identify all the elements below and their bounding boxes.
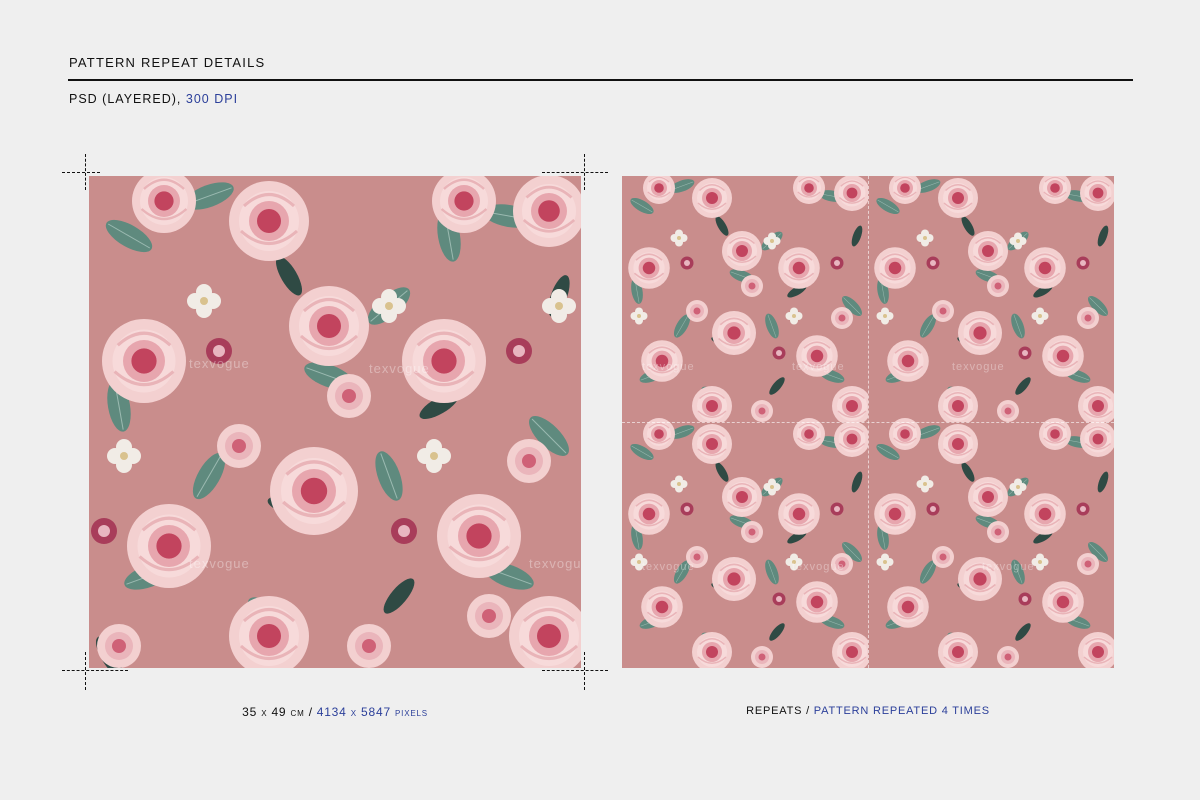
- crop-mark: [542, 670, 608, 671]
- crop-mark: [584, 154, 585, 190]
- tile-size-pixels: 4134 x 5847 pixels: [316, 705, 428, 719]
- tile-size-cm: 35 x 49 cm /: [242, 705, 313, 719]
- tile-size-caption: 35 x 49 cm / 4134 x 5847 pixels: [89, 705, 581, 719]
- watermark-text: texvogue: [529, 556, 581, 571]
- crop-mark: [85, 154, 86, 190]
- crop-mark: [85, 652, 86, 690]
- crop-mark: [62, 670, 128, 671]
- crop-mark: [542, 172, 608, 173]
- watermark-text: texvogue: [369, 361, 430, 376]
- repeat-detail: PATTERN REPEATED 4 TIMES: [813, 705, 990, 717]
- watermark-text: texvogue: [792, 561, 845, 573]
- repeat-caption: REPEATS / PATTERN REPEATED 4 TIMES: [622, 705, 1114, 717]
- watermark-text: texvogue: [982, 561, 1035, 573]
- pattern-repeat-preview: texvogue texvogue texvogue texvogue texv…: [622, 176, 1114, 668]
- crop-mark: [62, 172, 100, 173]
- resolution-label: 300 DPI: [185, 92, 239, 106]
- watermark-text: texvogue: [642, 361, 695, 373]
- repeat-label: REPEATS /: [746, 705, 810, 717]
- repeat-seam: [868, 176, 869, 668]
- floral-pattern-artwork: [89, 176, 581, 668]
- title-divider: [68, 79, 1133, 81]
- watermark-text: texvogue: [189, 556, 250, 571]
- file-format-line: PSD (LAYERED), 300 DPI: [69, 92, 238, 106]
- crop-mark: [584, 652, 585, 690]
- page-title: PATTERN REPEAT DETAILS: [69, 55, 266, 70]
- watermark-text: texvogue: [642, 561, 695, 573]
- format-label: PSD (LAYERED),: [69, 92, 182, 106]
- pattern-tile-preview: texvogue texvogue texvogue texvogue: [89, 176, 581, 668]
- watermark-text: texvogue: [952, 361, 1005, 373]
- watermark-text: texvogue: [189, 356, 250, 371]
- watermark-text: texvogue: [792, 361, 845, 373]
